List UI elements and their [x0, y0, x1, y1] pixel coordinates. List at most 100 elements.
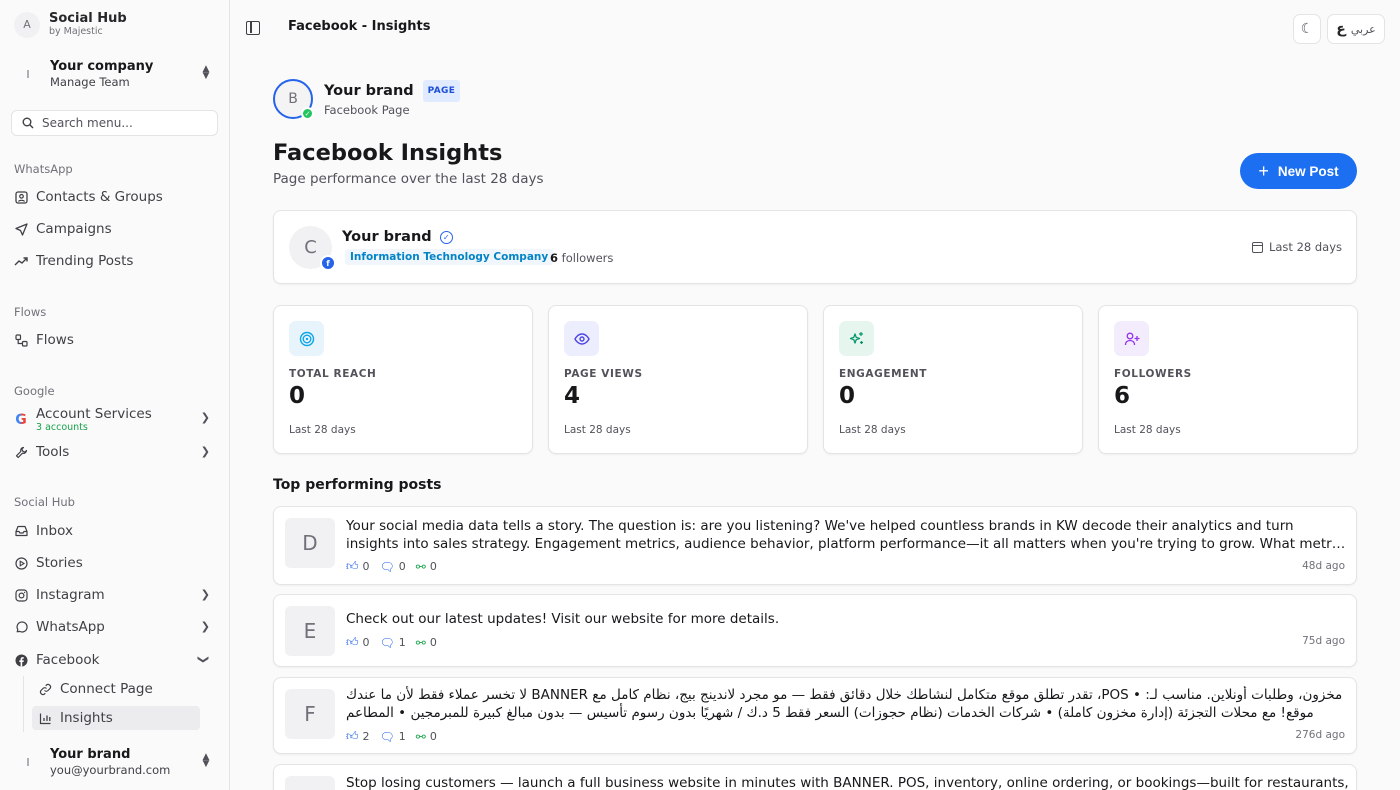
chevrons-up-down-icon: ▲ ▼	[202, 752, 210, 769]
metric-value: 0	[289, 383, 306, 409]
shares-count: 0	[429, 636, 437, 649]
metric-card-followers: FOLLOWERS 6 Last 28 days	[1098, 305, 1358, 454]
moon-icon: ☾	[1300, 21, 1314, 37]
instagram-icon	[14, 588, 28, 602]
sidebar-item-contacts[interactable]: Contacts & Groups	[14, 185, 216, 209]
sidebar-item-insights[interactable]: Insights	[32, 706, 200, 730]
sidebar-toggle-icon[interactable]	[246, 21, 260, 35]
metric-label: PAGE VIEWS	[564, 368, 643, 380]
post-avatar: F	[285, 689, 335, 739]
theme-toggle-button[interactable]: ☾	[1293, 14, 1321, 44]
brand-subtitle: Facebook Page	[324, 103, 410, 117]
post-card[interactable]: E Check out our latest updates! Visit ou…	[273, 594, 1357, 667]
facebook-icon: f	[320, 255, 336, 271]
user-name: Your brand	[50, 747, 131, 762]
top-posts-title: Top performing posts	[273, 477, 442, 493]
date-range-label: Last 28 days	[1268, 240, 1342, 254]
sidebar-item-facebook[interactable]: Facebook ❯	[14, 648, 216, 672]
sidebar-item-flows[interactable]: Flows	[14, 328, 216, 352]
likes-count: 2	[362, 730, 370, 743]
chevron-right-icon: ❯	[200, 620, 210, 633]
brand-initial: B	[288, 91, 298, 107]
sidebar-item-inbox[interactable]: Inbox	[14, 519, 216, 543]
post-text: Stop losing customers — launch a full bu…	[346, 775, 1348, 790]
sidebar-item-label: Inbox	[36, 523, 73, 539]
trending-up-icon	[14, 254, 28, 268]
sidebar-item-label: Trending Posts	[36, 253, 134, 269]
metric-period: Last 28 days	[564, 424, 631, 436]
new-post-label: New Post	[1277, 163, 1339, 179]
sidebar-item-instagram[interactable]: Instagram ❯	[14, 583, 216, 607]
main-content: Facebook - Insights ☾ ع عربي B ✓ Your br…	[230, 0, 1400, 790]
post-text: مخزون، وطلبات أونلاين. مناسب لـ: • POS، …	[346, 687, 1343, 721]
post-card[interactable]: G Stop losing customers — launch a full …	[273, 764, 1357, 790]
post-avatar: E	[285, 606, 335, 656]
sidebar-item-whatsapp[interactable]: WhatsApp ❯	[14, 615, 216, 639]
page-name: Your brand	[342, 229, 432, 245]
company-avatar: I	[16, 62, 40, 86]
thumbs-up-icon: 👍︎	[346, 559, 359, 573]
new-post-button[interactable]: + New Post	[1240, 153, 1357, 189]
group-label-social: Social Hub	[14, 495, 75, 509]
metric-card-engagement: ENGAGEMENT 0 Last 28 days	[823, 305, 1083, 454]
user-plus-icon	[1114, 321, 1149, 356]
comment-icon: 🗨︎	[379, 559, 395, 574]
shares-count: 0	[429, 560, 437, 573]
top-bar: Facebook - Insights ☾ ع عربي	[230, 0, 1400, 56]
followers-label: followers	[561, 251, 614, 265]
verified-icon: ✓	[439, 230, 453, 244]
brand-avatar: B ✓	[273, 79, 314, 120]
brand-name: Your brand	[324, 83, 414, 99]
user-switcher[interactable]: I Your brand you@yourbrand.com ▲ ▼	[12, 742, 218, 782]
group-label-flows: Flows	[14, 305, 47, 319]
sidebar-item-label: Contacts & Groups	[36, 189, 163, 205]
inbox-icon	[14, 524, 28, 538]
app-avatar: A	[14, 11, 40, 38]
wrench-icon	[14, 445, 28, 459]
sidebar-item-label: Flows	[36, 332, 74, 348]
sidebar-item-label: Insights	[60, 710, 113, 726]
whatsapp-icon	[14, 620, 28, 634]
sidebar-item-label: Connect Page	[60, 681, 153, 697]
metric-card-page-views: PAGE VIEWS 4 Last 28 days	[548, 305, 808, 454]
likes-count: 0	[362, 636, 370, 649]
comment-icon: 🗨︎	[379, 635, 395, 650]
metric-label: TOTAL REACH	[289, 368, 377, 380]
sidebar-item-label: Instagram	[36, 587, 105, 603]
google-icon: G	[15, 412, 27, 428]
metric-period: Last 28 days	[839, 424, 906, 436]
app-brand[interactable]: A Social Hub by Majestic	[14, 11, 127, 38]
sidebar-item-trending[interactable]: Trending Posts	[14, 249, 216, 273]
page-info-card: C f Your brand ✓ Information Technology …	[273, 210, 1357, 284]
search-placeholder: Search menu...	[42, 116, 133, 130]
thumbs-up-icon: 👍︎	[346, 635, 359, 649]
metric-value: 4	[564, 383, 581, 409]
post-card[interactable]: D Your social media data tells a story. …	[273, 506, 1357, 585]
post-text: Your social media data tells a story. Th…	[346, 518, 1343, 552]
contact-card-icon	[14, 190, 28, 204]
language-toggle-button[interactable]: ع عربي	[1327, 14, 1385, 44]
sidebar-item-campaigns[interactable]: Campaigns	[14, 217, 216, 241]
brand-header: B ✓ Your brand PAGE Facebook Page	[273, 79, 461, 120]
sidebar-item-stories[interactable]: Stories	[14, 551, 216, 575]
search-input[interactable]: Search menu...	[11, 110, 218, 136]
workflow-icon	[14, 333, 28, 347]
user-email: you@yourbrand.com	[50, 763, 171, 777]
company-switcher[interactable]: I Your company Manage Team ▲ ▼	[12, 52, 218, 96]
post-age: 75d ago	[1302, 635, 1345, 647]
post-card[interactable]: F مخزون، وطلبات أونلاين. مناسب لـ: • POS…	[273, 677, 1357, 754]
search-icon	[22, 117, 34, 129]
app-subtitle: by Majestic	[49, 26, 103, 37]
link-icon	[38, 682, 52, 696]
page-category-badge: Information Technology Company	[345, 249, 554, 265]
page-badge: PAGE	[422, 80, 461, 102]
chevron-down-icon: ❯	[196, 654, 210, 665]
comments-count: 1	[398, 730, 406, 743]
page-subtitle: Page performance over the last 28 days	[273, 171, 544, 187]
sidebar-item-tools[interactable]: Tools ❯	[14, 440, 216, 464]
language-label: عربي	[1350, 22, 1376, 36]
facebook-icon	[14, 653, 28, 667]
sidebar-item-label: Facebook	[36, 652, 100, 668]
sidebar-item-account-services[interactable]: G Account Services 3 accounts ❯	[14, 406, 216, 434]
sidebar-item-connect-page[interactable]: Connect Page	[32, 677, 200, 701]
